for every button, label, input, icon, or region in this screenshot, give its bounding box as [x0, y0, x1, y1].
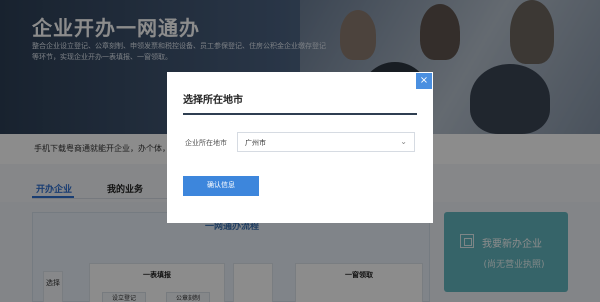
modal-title: 选择所在地市: [183, 95, 243, 106]
city-select-value: 广州市: [245, 139, 266, 147]
city-select-modal: × 选择所在地市 企业所在地市 广州市 ⌄ 确认信息: [167, 72, 433, 223]
close-icon[interactable]: ×: [416, 73, 432, 89]
modal-divider: [183, 113, 417, 115]
confirm-button[interactable]: 确认信息: [183, 176, 259, 196]
city-field-label: 企业所在地市: [185, 139, 227, 147]
city-select[interactable]: 广州市 ⌄: [237, 132, 415, 152]
chevron-down-icon: ⌄: [400, 137, 407, 146]
